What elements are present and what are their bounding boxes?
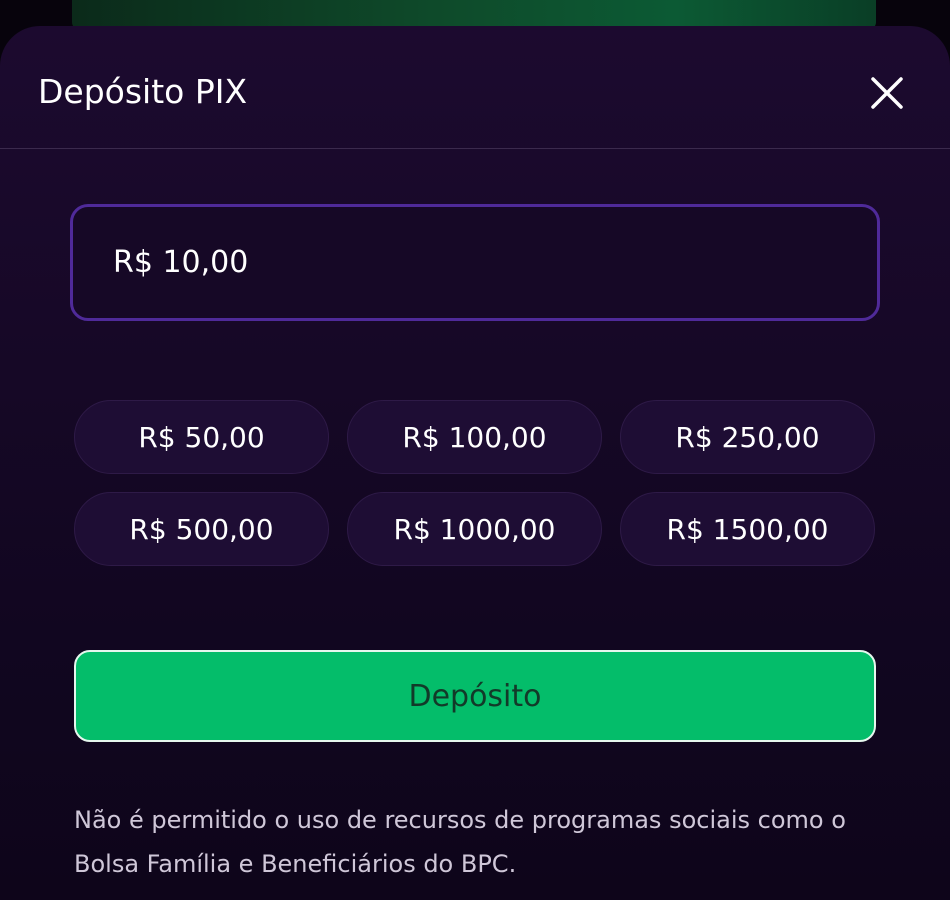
close-icon (871, 77, 903, 109)
preset-amounts: R$ 50,00 R$ 100,00 R$ 250,00 R$ 500,00 R… (74, 400, 876, 566)
preset-amount-button[interactable]: R$ 100,00 (347, 400, 602, 474)
disclaimer-text: Não é permitido o uso de recursos de pro… (74, 806, 846, 878)
modal-header: Depósito PIX (0, 26, 950, 149)
amount-input[interactable] (70, 204, 880, 321)
deposit-modal: Depósito PIX R$ 50,00 R$ 100,00 R$ 250,0… (0, 26, 950, 900)
preset-amount-button[interactable]: R$ 50,00 (74, 400, 329, 474)
modal-title: Depósito PIX (38, 72, 248, 111)
preset-amount-button[interactable]: R$ 250,00 (620, 400, 875, 474)
preset-amount-button[interactable]: R$ 1500,00 (620, 492, 875, 566)
preset-amount-button[interactable]: R$ 1000,00 (347, 492, 602, 566)
deposit-button[interactable]: Depósito (74, 650, 876, 742)
close-button[interactable] (870, 76, 904, 110)
preset-amount-button[interactable]: R$ 500,00 (74, 492, 329, 566)
